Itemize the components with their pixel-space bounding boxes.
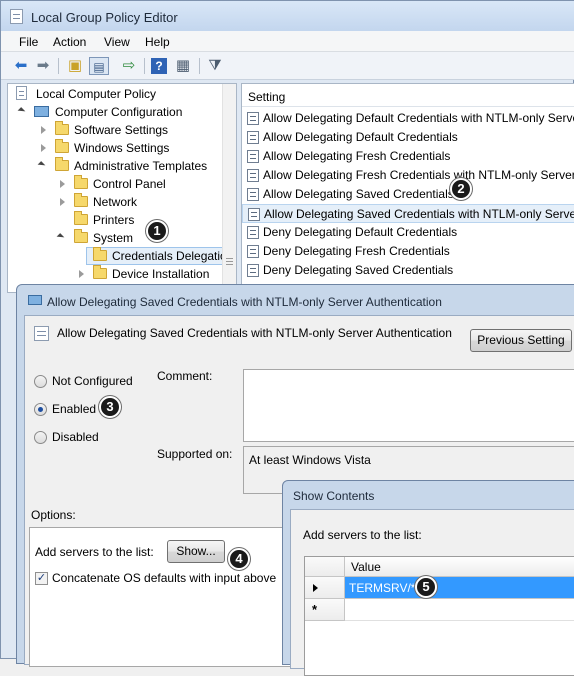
navigation-tree: Local Computer Policy Computer Configura… bbox=[7, 83, 237, 293]
list-item[interactable]: Allow Delegating Default Credentials wit… bbox=[242, 109, 574, 128]
callout-1: 1 bbox=[146, 220, 168, 242]
list-item[interactable]: Allow Delegating Saved Credentials bbox=[242, 185, 574, 204]
expanded-arrow-icon[interactable] bbox=[37, 161, 46, 169]
list-item-selected[interactable]: Allow Delegating Saved Credentials with … bbox=[242, 204, 574, 223]
comment-label: Comment: bbox=[157, 369, 213, 383]
help-icon[interactable]: ? bbox=[151, 58, 167, 74]
title-bar: Local Group Policy Editor bbox=[1, 1, 574, 31]
previous-setting-button[interactable]: Previous Setting bbox=[470, 329, 572, 352]
column-header-setting[interactable]: Setting bbox=[242, 84, 574, 107]
collapsed-arrow-icon[interactable] bbox=[60, 198, 65, 206]
folder-icon bbox=[93, 265, 107, 279]
folder-icon bbox=[93, 247, 107, 261]
policy-setting-icon bbox=[247, 264, 259, 277]
setting-icon bbox=[34, 326, 49, 341]
show-contents-dialog: Show Contents Add servers to the list: V… bbox=[282, 480, 574, 676]
folder-icon bbox=[74, 175, 88, 189]
show-button[interactable]: Show... bbox=[167, 540, 225, 563]
options-label: Options: bbox=[31, 508, 76, 522]
callout-5: 5 bbox=[415, 576, 437, 598]
properties-icon[interactable]: ▦ bbox=[173, 57, 193, 75]
folder-icon bbox=[55, 157, 69, 171]
radio-not-configured-label: Not Configured bbox=[52, 374, 133, 388]
collapsed-arrow-icon[interactable] bbox=[41, 126, 46, 134]
policy-setting-icon bbox=[247, 245, 259, 258]
list-item[interactable]: Allow Delegating Default Credentials bbox=[242, 128, 574, 147]
policy-setting-icon bbox=[247, 169, 259, 182]
collapsed-arrow-icon[interactable] bbox=[60, 180, 65, 188]
list-item[interactable]: Allow Delegating Fresh Credentials with … bbox=[242, 166, 574, 185]
folder-icon bbox=[74, 211, 88, 225]
menu-action[interactable]: Action bbox=[53, 35, 86, 49]
row-header-current[interactable] bbox=[305, 577, 345, 599]
show-contents-instruction: Add servers to the list: bbox=[303, 528, 422, 542]
up-folder-icon[interactable]: ▣ bbox=[65, 57, 85, 75]
grid-cell-new[interactable] bbox=[345, 599, 574, 621]
radio-not-configured[interactable] bbox=[34, 375, 47, 388]
menu-file[interactable]: File bbox=[19, 35, 38, 49]
policy-dialog-icon bbox=[28, 295, 42, 305]
radio-disabled[interactable] bbox=[34, 431, 47, 444]
callout-2: 2 bbox=[450, 178, 472, 200]
list-item[interactable]: Deny Delegating Default Credentials bbox=[242, 223, 574, 242]
policy-setting-icon bbox=[247, 131, 259, 144]
termsrv-value: TERMSRV/* bbox=[349, 581, 416, 595]
collapsed-arrow-icon[interactable] bbox=[41, 144, 46, 152]
grid-cell-selected[interactable]: TERMSRV/* bbox=[345, 577, 574, 599]
callout-3: 3 bbox=[99, 396, 121, 418]
concatenate-label: Concatenate OS defaults with input above bbox=[52, 571, 277, 585]
expanded-arrow-icon[interactable] bbox=[56, 233, 65, 241]
dialog-title-bar: Allow Delegating Saved Credentials with … bbox=[17, 285, 574, 315]
policy-setting-icon bbox=[247, 112, 259, 125]
filter-icon[interactable]: ⧩ bbox=[205, 57, 225, 75]
comment-textarea[interactable] bbox=[243, 369, 574, 442]
folder-icon bbox=[55, 139, 69, 153]
new-row-marker: * bbox=[312, 602, 318, 617]
app-icon bbox=[10, 9, 23, 24]
radio-enabled[interactable] bbox=[34, 403, 47, 416]
concatenate-checkbox[interactable]: ✓ bbox=[35, 572, 48, 585]
show-contents-title: Show Contents bbox=[293, 489, 375, 503]
grid-corner bbox=[305, 557, 345, 577]
policy-document-icon bbox=[16, 86, 27, 100]
policy-setting-icon bbox=[247, 226, 259, 239]
forward-arrow-icon[interactable]: ➡ bbox=[33, 57, 53, 75]
menu-help[interactable]: Help bbox=[145, 35, 170, 49]
expanded-arrow-icon[interactable] bbox=[17, 107, 26, 115]
tree-item-credentials-delegation[interactable]: Credentials Delegation bbox=[12, 247, 224, 265]
supported-on-label: Supported on: bbox=[157, 447, 233, 461]
menu-view[interactable]: View bbox=[104, 35, 130, 49]
tree-scrollbar[interactable] bbox=[222, 84, 236, 292]
column-header-value[interactable]: Value bbox=[345, 557, 574, 577]
toolbar: ⬅ ➡ ▣ ▤ ⇨ ? ▦ ⧩ bbox=[1, 52, 574, 80]
callout-4: 4 bbox=[228, 548, 250, 570]
row-header-new[interactable]: * bbox=[305, 599, 345, 621]
setting-heading: Allow Delegating Saved Credentials with … bbox=[57, 326, 452, 340]
folder-icon bbox=[74, 193, 88, 207]
current-row-arrow-icon bbox=[313, 584, 318, 592]
dialog-title: Allow Delegating Saved Credentials with … bbox=[47, 295, 442, 309]
folder-icon bbox=[74, 229, 88, 243]
policy-setting-icon bbox=[248, 208, 260, 221]
options-panel: Add servers to the list: Show... ✓ Conca… bbox=[29, 527, 299, 667]
list-item[interactable]: Deny Delegating Saved Credentials bbox=[242, 261, 574, 280]
list-item[interactable]: Deny Delegating Fresh Credentials bbox=[242, 242, 574, 261]
policy-setting-icon bbox=[247, 188, 259, 201]
folder-icon bbox=[55, 121, 69, 135]
radio-disabled-label: Disabled bbox=[52, 430, 99, 444]
add-servers-label: Add servers to the list: bbox=[35, 545, 154, 559]
computer-icon bbox=[34, 106, 49, 117]
export-list-icon[interactable]: ⇨ bbox=[119, 57, 139, 75]
collapsed-arrow-icon[interactable] bbox=[79, 270, 84, 278]
window-title: Local Group Policy Editor bbox=[31, 10, 178, 25]
policy-setting-icon bbox=[247, 150, 259, 163]
radio-enabled-label: Enabled bbox=[52, 402, 97, 416]
settings-list: Setting Allow Delegating Default Credent… bbox=[241, 83, 574, 293]
show-hide-tree-icon[interactable]: ▤ bbox=[89, 57, 109, 75]
back-arrow-icon[interactable]: ⬅ bbox=[11, 57, 31, 75]
values-grid: Value TERMSRV/* * bbox=[304, 556, 574, 676]
menu-bar: File Action View Help bbox=[1, 31, 574, 52]
list-item[interactable]: Allow Delegating Fresh Credentials bbox=[242, 147, 574, 166]
